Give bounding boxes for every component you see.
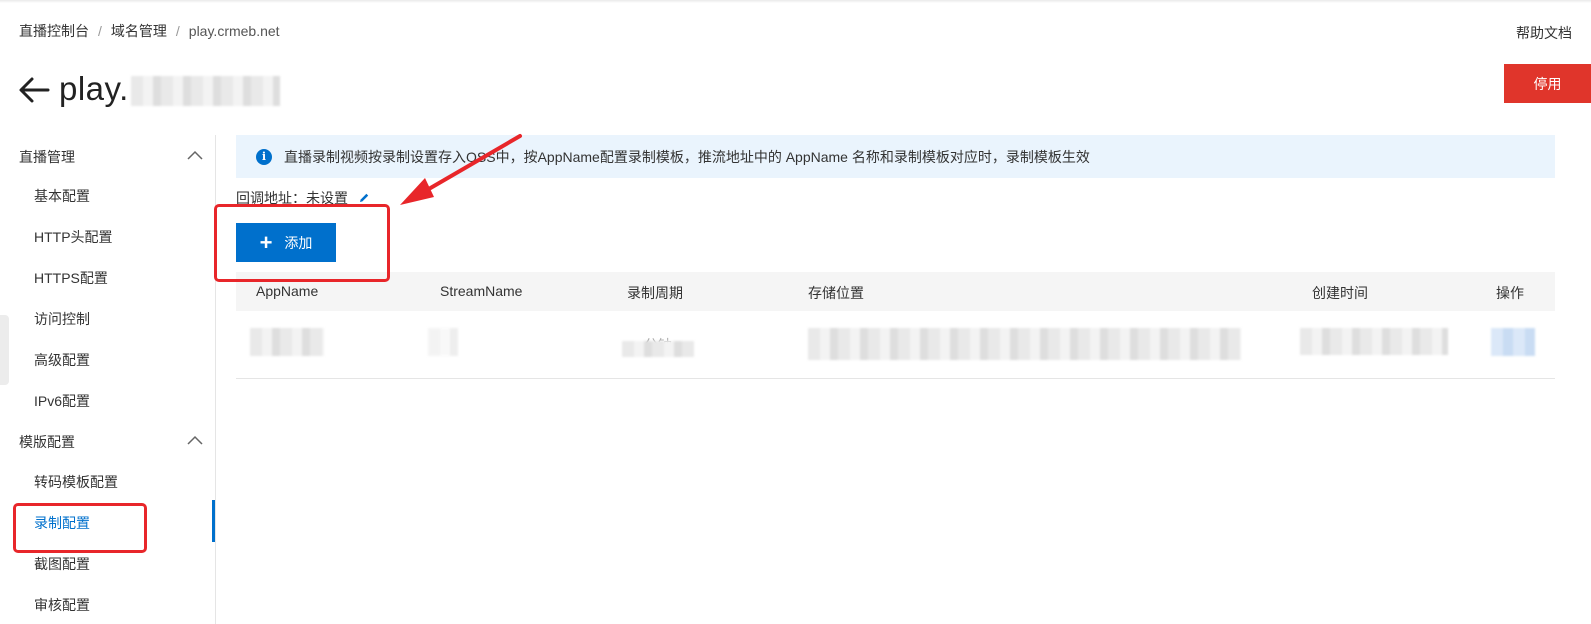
redacted-domain [131,76,280,106]
sidebar-item-access-control[interactable]: 访问控制 [34,309,90,329]
back-arrow-icon[interactable] [18,76,50,104]
breadcrumb-console[interactable]: 直播控制台 [19,21,89,41]
breadcrumb-separator: / [175,23,180,39]
column-header-record-period: 录制周期 [627,285,683,301]
redacted-action-link[interactable] [1491,328,1535,356]
sidebar-item-http-header-config[interactable]: HTTP头配置 [34,227,113,247]
sidebar-item-snapshot-config[interactable]: 截图配置 [34,554,90,574]
table-header: AppName StreamName 录制周期 存储位置 创建时间 操作 [236,272,1555,311]
top-border [0,0,1591,3]
column-header-created-time: 创建时间 [1312,285,1368,301]
redacted-created-time [1300,328,1448,355]
info-notice: i 直播录制视频按录制设置存入OSS中，按AppName配置录制模板，推流地址中… [236,135,1555,178]
column-header-actions: 操作 [1496,285,1524,301]
column-header-storage-location: 存储位置 [808,285,864,301]
info-icon: i [256,148,272,165]
breadcrumb-separator: / [98,23,102,39]
redacted-storage-location [808,328,1241,360]
disable-button[interactable]: 停用 [1504,64,1591,103]
redacted-period [622,341,694,357]
breadcrumb: 直播控制台 / 域名管理 / play.crmeb.net [19,21,280,41]
sidebar-group-live-management[interactable]: 直播管理 [19,147,75,167]
sidebar-item-basic-config[interactable]: 基本配置 [34,186,90,206]
breadcrumb-domain-management[interactable]: 域名管理 [111,21,167,41]
sidebar-group-template-config[interactable]: 模版配置 [19,432,75,452]
help-docs-link[interactable]: 帮助文档 [1516,23,1572,43]
sidebar-item-advanced-config[interactable]: 高级配置 [34,350,90,370]
sidebar-item-https-config[interactable]: HTTPS配置 [34,268,108,288]
sidebar-item-review-config[interactable]: 审核配置 [34,595,90,615]
sidebar-item-ipv6-config[interactable]: IPv6配置 [34,391,90,411]
table-row: 分钟 [236,311,1555,379]
sidebar-item-transcode-template[interactable]: 转码模板配置 [34,472,118,492]
redacted-appname [250,328,324,356]
notice-text: 直播录制视频按录制设置存入OSS中，按AppName配置录制模板，推流地址中的 … [284,148,1090,165]
edit-pencil-icon[interactable] [358,192,370,204]
page-title: play. [59,70,129,107]
chevron-up-icon[interactable] [186,434,204,446]
sidebar-active-indicator [212,500,215,542]
annotation-box-add [214,204,390,282]
column-header-streamname: StreamName [440,283,523,299]
annotation-box-recording-config [13,503,147,553]
chevron-up-icon[interactable] [186,149,204,161]
redacted-streamname [428,328,458,356]
column-header-appname: AppName [256,283,319,299]
breadcrumb-current-domain: play.crmeb.net [188,23,280,39]
